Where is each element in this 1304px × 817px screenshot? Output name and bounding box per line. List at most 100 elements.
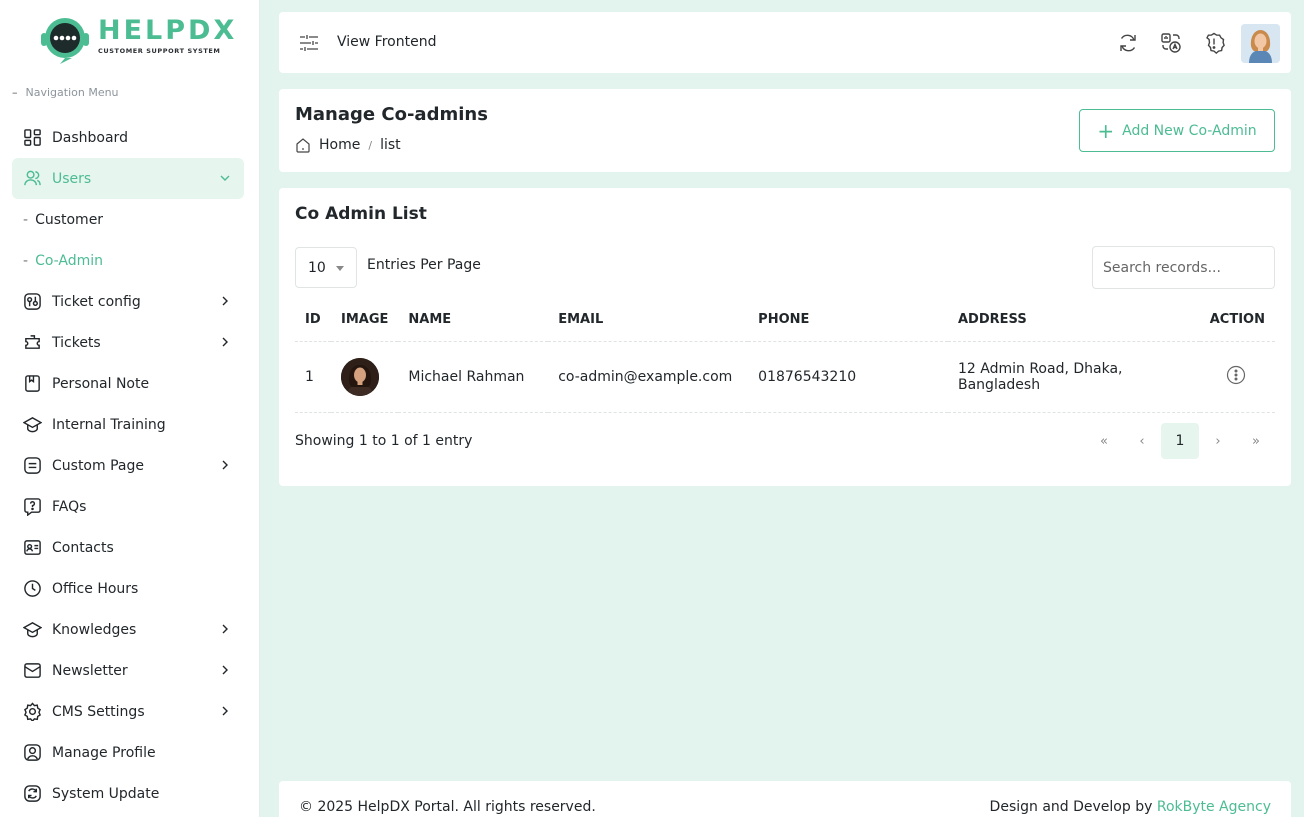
column-header-address[interactable]: ADDRESS (948, 299, 1200, 342)
sidebar-subitem-label: Customer (35, 211, 104, 228)
sidebar-item-manage-profile[interactable]: Manage Profile (12, 732, 244, 773)
sidebar-item-label: Ticket config (52, 293, 141, 310)
chevron-right-icon (222, 296, 228, 306)
faq-icon (22, 497, 42, 517)
sidebar-item-faqs[interactable]: FAQs (12, 486, 244, 527)
top-bar: View Frontend (279, 12, 1291, 73)
sidebar-item-custom-page[interactable]: Custom Page (12, 445, 244, 486)
pagination-last[interactable]: » (1237, 423, 1275, 459)
translate-icon[interactable] (1160, 32, 1182, 54)
knowledge-icon (22, 620, 42, 640)
chevron-right-icon (222, 706, 228, 716)
dash-icon: - (23, 252, 29, 269)
entries-per-page-value: 10 (308, 259, 326, 276)
co-admin-list-card: Co Admin List 10 Entries Per Page ID IMA… (279, 188, 1291, 486)
column-header-image[interactable]: IMAGE (330, 299, 399, 342)
sidebar-item-knowledges[interactable]: Knowledges (12, 609, 244, 650)
chevron-right-icon (222, 460, 228, 470)
breadcrumb-home[interactable]: Home (319, 137, 360, 153)
users-icon (22, 169, 42, 189)
page-title: Manage Co-admins (295, 104, 488, 125)
pagination: « ‹ 1 › » (1085, 423, 1275, 459)
gear-icon (22, 702, 42, 722)
sidebar-item-system-update[interactable]: System Update (12, 773, 244, 814)
sidebar-item-label: Personal Note (52, 375, 150, 392)
sidebar-item-users[interactable]: Users (12, 158, 244, 199)
add-co-admin-button[interactable]: + Add New Co-Admin (1079, 109, 1275, 152)
clock-icon (22, 579, 42, 599)
sidebar-item-cms-settings[interactable]: CMS Settings (12, 691, 244, 732)
cell-name: Michael Rahman (398, 341, 549, 413)
nav-heading: – Navigation Menu (12, 86, 119, 99)
view-frontend-link[interactable]: View Frontend (337, 34, 436, 50)
cell-address: 12 Admin Road, Dhaka, Bangladesh (948, 341, 1200, 413)
brand-logo[interactable]: HELPDX CUSTOMER SUPPORT SYSTEM (38, 14, 234, 66)
co-admin-avatar (340, 357, 379, 396)
chevron-right-icon (222, 337, 228, 347)
pagination-prev[interactable]: ‹ (1123, 423, 1161, 459)
sidebar-subitem-label: Co-Admin (35, 252, 104, 269)
credit-text: Design and Develop by RokByte Agency (990, 799, 1271, 815)
pagination-next[interactable]: › (1199, 423, 1237, 459)
pagination-first[interactable]: « (1085, 423, 1123, 459)
column-header-email[interactable]: EMAIL (548, 299, 749, 342)
sidebar-item-tickets[interactable]: Tickets (12, 322, 244, 363)
brand-name: HELPDX (98, 15, 238, 46)
sidebar-item-label: Tickets (52, 334, 101, 351)
breadcrumb-current: list (380, 137, 401, 153)
sidebar: HELPDX CUSTOMER SUPPORT SYSTEM – Navigati… (0, 0, 260, 817)
sidebar-item-label: Contacts (52, 539, 114, 556)
breadcrumb-separator: / (368, 138, 373, 152)
column-header-phone[interactable]: PHONE (748, 299, 948, 342)
cell-image (330, 341, 399, 413)
sidebar-nav: Dashboard Users - Customer - Co-Admin Tick… (12, 117, 244, 814)
note-icon (22, 374, 42, 394)
column-header-name[interactable]: NAME (398, 299, 549, 342)
sidebar-item-label: FAQs (52, 498, 87, 515)
custom-page-icon (22, 456, 42, 476)
add-co-admin-label: Add New Co-Admin (1122, 122, 1257, 139)
sidebar-item-office-hours[interactable]: Office Hours (12, 568, 244, 609)
sidebar-item-ticket-config[interactable]: Ticket config (12, 281, 244, 322)
search-input[interactable] (1092, 246, 1275, 289)
dashboard-icon (22, 128, 42, 148)
refresh-icon (22, 784, 42, 804)
sidebar-item-dashboard[interactable]: Dashboard (12, 117, 244, 158)
sidebar-item-newsletter[interactable]: Newsletter (12, 650, 244, 691)
pagination-summary: Showing 1 to 1 of 1 entry (295, 433, 473, 449)
page-header-card: Manage Co-admins Home / list + Add New C… (279, 89, 1291, 172)
sidebar-item-label: Custom Page (52, 457, 144, 474)
profile-icon (22, 743, 42, 763)
alert-icon[interactable] (1203, 32, 1225, 54)
chevron-down-icon (220, 175, 230, 181)
cell-id: 1 (295, 341, 331, 413)
list-title: Co Admin List (295, 204, 427, 224)
chevron-right-icon (222, 624, 228, 634)
sidebar-item-label: Newsletter (52, 662, 128, 679)
sidebar-subitem-co-admin[interactable]: - Co-Admin (12, 240, 244, 281)
sidebar-item-personal-note[interactable]: Personal Note (12, 363, 244, 404)
sidebar-item-internal-training[interactable]: Internal Training (12, 404, 244, 445)
cell-action (1199, 341, 1275, 413)
sidebar-item-label: Dashboard (52, 129, 128, 146)
credit-prefix: Design and Develop by (989, 799, 1153, 815)
pagination-page-current[interactable]: 1 (1161, 423, 1199, 459)
sliders-menu-icon[interactable] (299, 34, 319, 52)
cell-email: co-admin@example.com (548, 341, 749, 413)
sidebar-item-label: Manage Profile (52, 744, 156, 761)
agency-link[interactable]: RokByte Agency (1157, 799, 1271, 815)
sidebar-item-label: System Update (52, 785, 160, 802)
footer: © 2025 HelpDX Portal. All rights reserve… (279, 781, 1291, 817)
user-avatar[interactable] (1241, 24, 1280, 63)
sidebar-item-contacts[interactable]: Contacts (12, 527, 244, 568)
column-header-id[interactable]: ID (295, 299, 331, 342)
sidebar-subitem-customer[interactable]: - Customer (12, 199, 244, 240)
contacts-icon (22, 538, 42, 558)
more-options-icon[interactable] (1226, 365, 1246, 385)
nav-heading-label: Navigation Menu (25, 86, 119, 99)
sidebar-item-label: Users (52, 170, 92, 187)
sync-icon[interactable] (1117, 32, 1139, 54)
user-avatar-image (1241, 24, 1280, 63)
entries-per-page-select[interactable]: 10 (295, 247, 357, 288)
table-row: 1 Michael Rahman co-admin@example.com 01… (295, 341, 1275, 413)
